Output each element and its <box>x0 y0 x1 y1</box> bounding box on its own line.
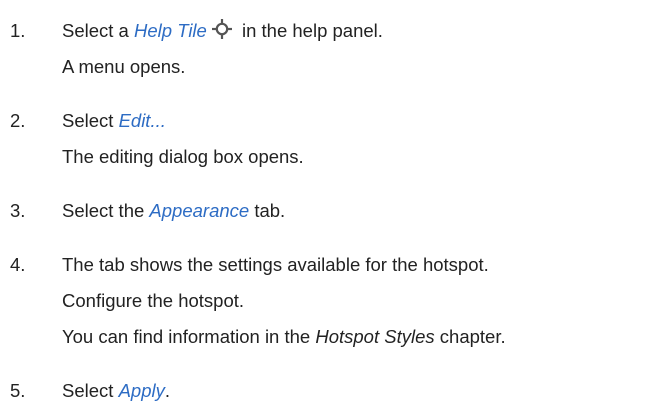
step-1: 1. Select a Help Tile in the help panel.… <box>0 0 671 85</box>
step-2: 2. Select Edit... The editing dialog box… <box>0 85 671 175</box>
step-text: Select Apply. <box>62 373 671 409</box>
step-text: Select a Help Tile in the help panel. <box>62 13 671 49</box>
step-number: 3. <box>10 200 26 221</box>
step-result: A menu opens. <box>62 56 186 77</box>
step-number: 4. <box>10 254 26 275</box>
step-text-post: tab. <box>249 200 286 221</box>
instruction-steps: 1. Select a Help Tile in the help panel.… <box>0 0 671 409</box>
step-number: 1. <box>10 20 26 41</box>
step-text: The tab shows the settings available for… <box>62 254 489 275</box>
step-text-pre: Select <box>62 110 119 131</box>
step-3: 3. Select the Appearance tab. <box>0 175 671 229</box>
apply-button-label: Apply <box>118 380 165 401</box>
step-text-post: in the help panel. <box>236 20 383 41</box>
step-text: Select the Appearance tab. <box>62 193 671 229</box>
appearance-tab-label: Appearance <box>149 200 250 221</box>
step-5: 5. Select Apply. <box>0 355 671 409</box>
step-result: The editing dialog box opens. <box>62 146 304 167</box>
step-note: You can find information in the Hotspot … <box>62 319 671 355</box>
help-tile-label: Help Tile <box>134 20 207 41</box>
step-instruction: Configure the hotspot. <box>62 290 245 311</box>
step-number: 5. <box>10 380 26 401</box>
edit-menu-item-label: Edit... <box>118 110 166 131</box>
step-text-post: . <box>164 380 170 401</box>
step-text-pre: Select the <box>62 200 150 221</box>
step-note-post: chapter. <box>434 326 506 347</box>
step-text-pre: Select a <box>62 20 134 41</box>
step-text-pre: Select <box>62 380 119 401</box>
hotspot-styles-reference: Hotspot Styles <box>315 326 435 347</box>
step-number: 2. <box>10 110 26 131</box>
step-text: Select Edit... <box>62 103 671 139</box>
step-4: 4. The tab shows the settings available … <box>0 229 671 355</box>
help-tile-crosshair-icon <box>211 16 233 39</box>
step-note-pre: You can find information in the <box>62 326 316 347</box>
